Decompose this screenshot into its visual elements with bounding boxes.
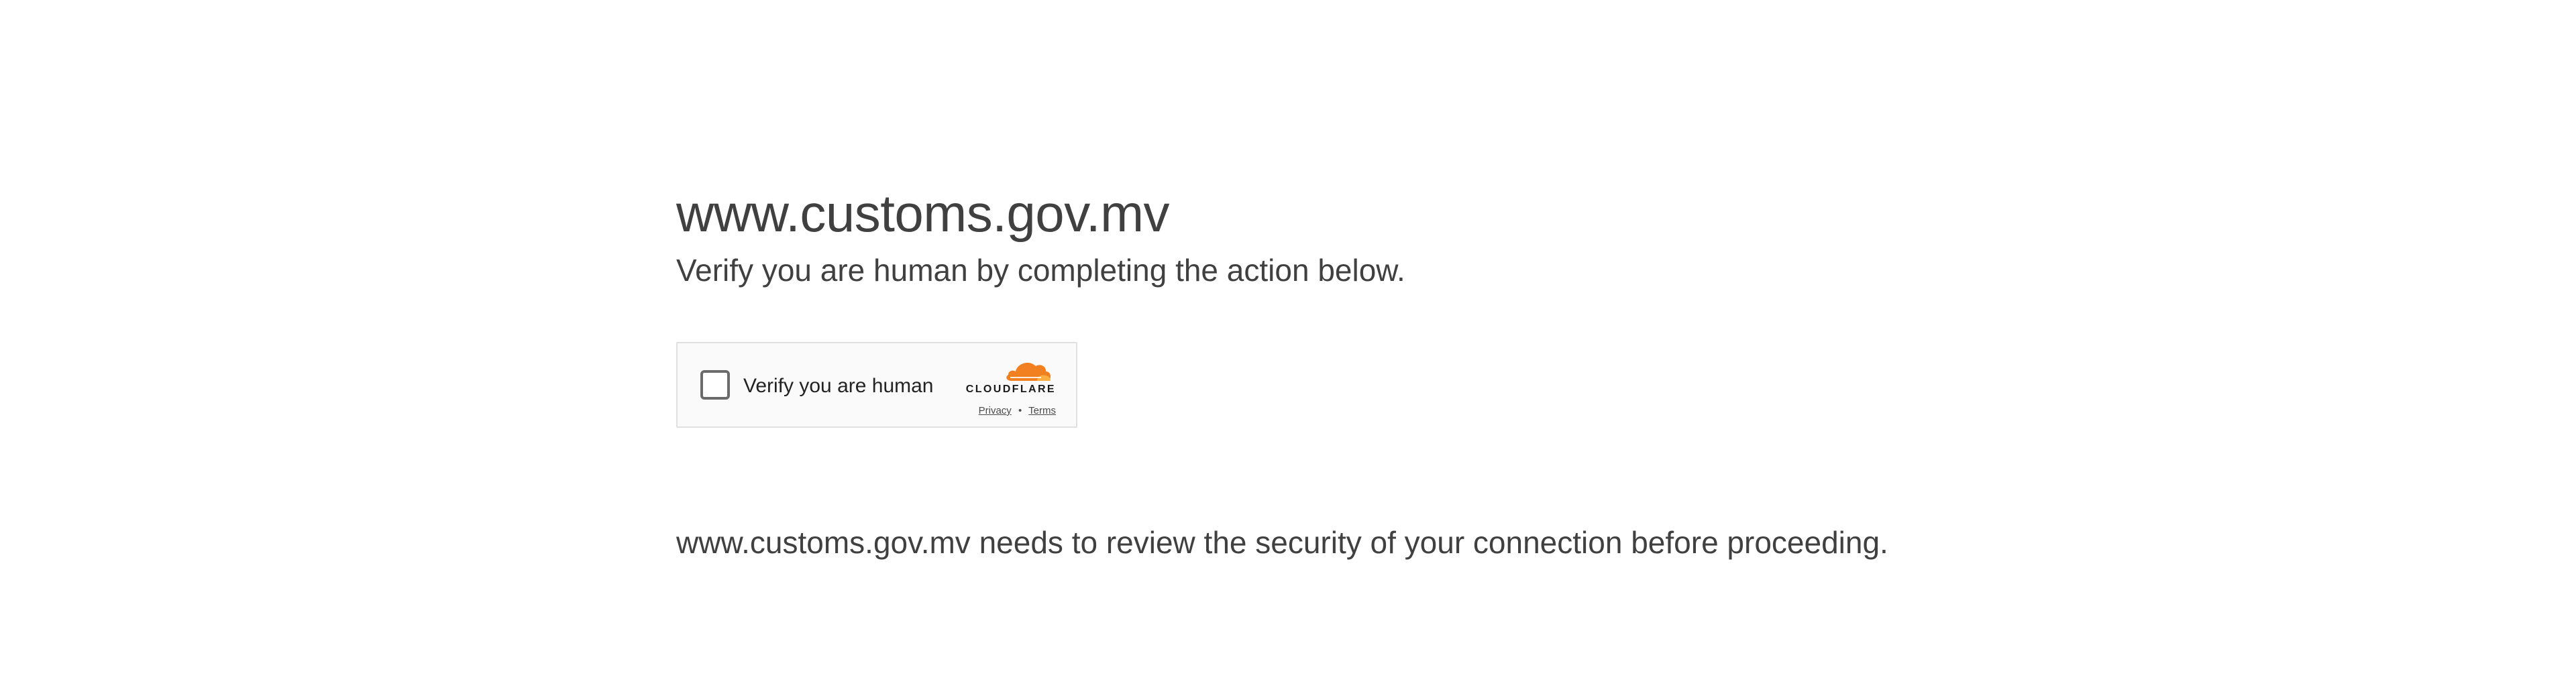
verify-checkbox-label[interactable]: Verify you are human [743,373,934,400]
cloudflare-logo: CLOUDFLARE [965,384,1056,395]
widget-links: Privacy • Terms [979,405,1056,416]
security-review-message: www.customs.gov.mv needs to review the s… [676,525,1888,560]
terms-link[interactable]: Terms [1028,405,1056,416]
verify-checkbox[interactable] [700,370,730,400]
cloudflare-cloud-icon [1006,362,1051,381]
challenge-page: www.customs.gov.mv Verify you are human … [0,0,2576,700]
verification-instruction: Verify you are human by completing the a… [676,253,1405,288]
page-title: www.customs.gov.mv [676,184,1170,243]
cloudflare-branding: CLOUDFLARE Privacy • Terms [949,357,1056,417]
turnstile-widget: Verify you are human CLOUDFLARE Privacy … [676,342,1077,428]
privacy-link[interactable]: Privacy [979,405,1012,416]
main-content: www.customs.gov.mv Verify you are human … [676,180,2018,560]
link-separator: • [1018,405,1022,416]
